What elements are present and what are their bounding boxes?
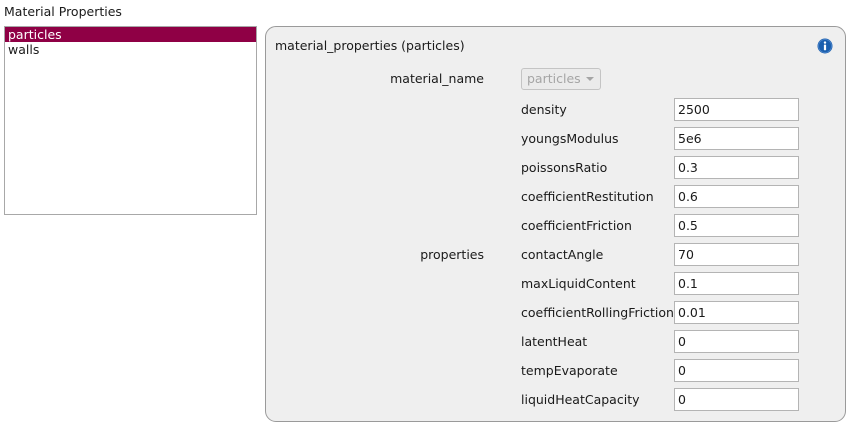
- property-label-liquid-heat-capacity: liquidHeatCapacity: [521, 392, 640, 407]
- info-icon[interactable]: [817, 38, 833, 54]
- youngs-modulus-field[interactable]: [674, 127, 799, 150]
- property-label-contact-angle: contactAngle: [521, 247, 604, 262]
- property-label-poissons-ratio: poissonsRatio: [521, 160, 608, 175]
- material-name-value: particles: [527, 71, 581, 86]
- latent-heat-field[interactable]: [674, 330, 799, 353]
- material-list[interactable]: particles walls: [4, 26, 257, 215]
- material-name-label: material_name: [390, 71, 484, 86]
- coefficient-rolling-friction-field[interactable]: [674, 301, 799, 324]
- property-label-youngs-modulus: youngsModulus: [521, 131, 619, 146]
- contact-angle-field[interactable]: [674, 243, 799, 266]
- list-item-particles[interactable]: particles: [5, 27, 256, 42]
- property-label-coefficient-restitution: coefficientRestitution: [521, 189, 654, 204]
- property-label-density: density: [521, 102, 567, 117]
- material-name-dropdown: particles: [521, 68, 601, 90]
- panel-title: material_properties (particles): [275, 38, 465, 53]
- section-title: Material Properties: [4, 4, 122, 19]
- material-properties-window: Material Properties particles walls mate…: [0, 0, 850, 427]
- poissons-ratio-field[interactable]: [674, 156, 799, 179]
- chevron-down-icon: [586, 77, 594, 81]
- properties-label: properties: [420, 247, 484, 262]
- property-label-max-liquid-content: maxLiquidContent: [521, 276, 636, 291]
- list-item-walls[interactable]: walls: [5, 42, 256, 57]
- coefficient-friction-field[interactable]: [674, 214, 799, 237]
- property-label-coefficient-rolling-friction: coefficientRollingFriction: [521, 305, 674, 320]
- material-properties-panel: material_properties (particles) material…: [265, 26, 846, 422]
- density-field[interactable]: [674, 98, 799, 121]
- coefficient-restitution-field[interactable]: [674, 185, 799, 208]
- property-label-temp-evaporate: tempEvaporate: [521, 363, 618, 378]
- liquid-heat-capacity-field[interactable]: [674, 388, 799, 411]
- property-label-latent-heat: latentHeat: [521, 334, 588, 349]
- max-liquid-content-field[interactable]: [674, 272, 799, 295]
- property-label-coefficient-friction: coefficientFriction: [521, 218, 632, 233]
- temp-evaporate-field[interactable]: [674, 359, 799, 382]
